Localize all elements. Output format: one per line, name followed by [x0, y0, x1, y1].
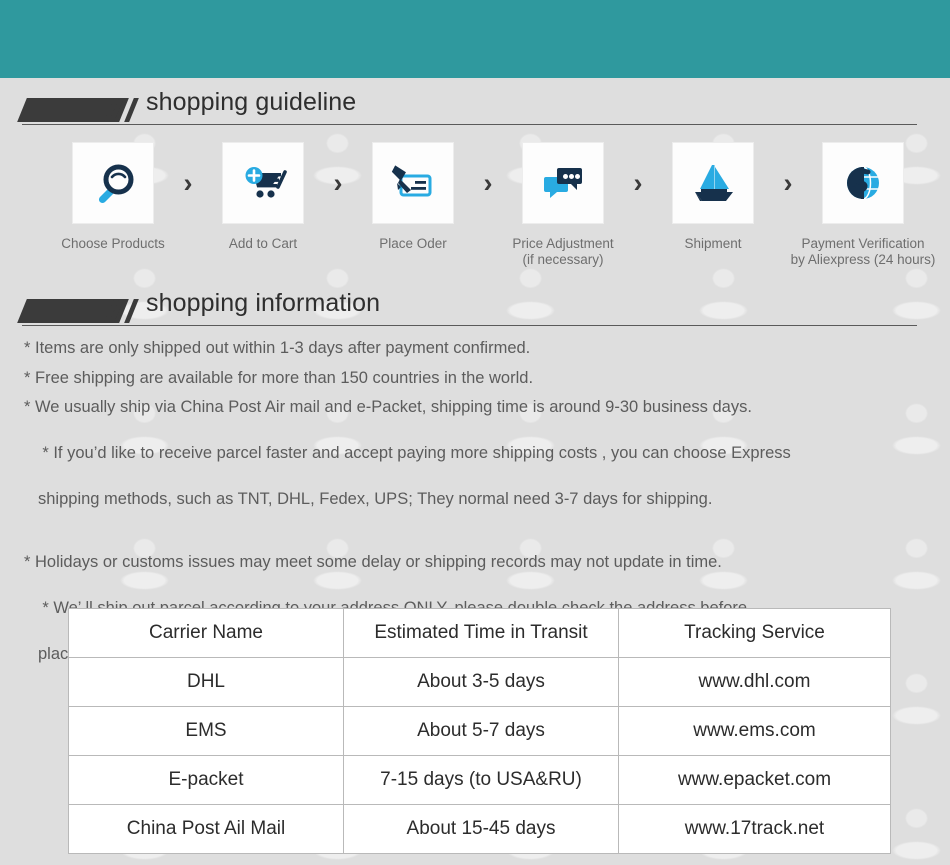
step-shipment[interactable]: Shipment [672, 142, 754, 252]
step-label-line2: by Aliexpress (24 hours) [790, 252, 936, 268]
table-header-row: Carrier Name Estimated Time in Transit T… [68, 608, 891, 658]
header-underline-rule [22, 124, 917, 125]
step-arrow-icon-4: › [633, 167, 643, 198]
header-underline-rule [22, 325, 917, 326]
carrier-table: Carrier Name Estimated Time in Transit T… [68, 608, 891, 854]
step-label: Place Oder [379, 236, 447, 252]
dollar-globe-icon [847, 166, 879, 200]
cell-carrier-name: EMS [68, 706, 344, 756]
step-arrow-icon-3: › [483, 167, 493, 198]
section-header-guideline: shopping guideline [0, 88, 950, 130]
cell-carrier-name: E-packet [68, 755, 344, 805]
shopping-steps-flow: Choose Products › Add to Cart › Place Od… [0, 142, 950, 269]
table-row: E-packet 7-15 days (to USA&RU) www.epack… [68, 755, 891, 805]
header-slashes-icon [103, 299, 141, 323]
cell-estimated-time: About 15-45 days [343, 804, 619, 854]
step-icon-box [372, 142, 454, 224]
column-header-carrier-name: Carrier Name [68, 608, 344, 658]
cell-estimated-time: About 5-7 days [343, 706, 619, 756]
step-label-line1: Payment Verification [801, 236, 925, 251]
carrier-table-wrapper: Carrier Name Estimated Time in Transit T… [68, 608, 891, 854]
column-header-tracking-service: Tracking Service [618, 608, 891, 658]
step-icon-box [522, 142, 604, 224]
bullet-text-continued: shipping methods, such as TNT, DHL, Fede… [38, 490, 713, 508]
bullet-text: * Free shipping are available for more t… [24, 368, 534, 387]
chat-bubbles-icon [544, 168, 582, 198]
step-arrow-icon-5: › [783, 167, 793, 198]
list-item: * Items are only shipped out within 1-3 … [24, 340, 924, 357]
step-label-line2: (if necessary) [522, 252, 604, 268]
cell-carrier-name: China Post Ail Mail [68, 804, 344, 854]
step-choose-products[interactable]: Choose Products [61, 142, 165, 252]
step-label: Shipment [684, 236, 741, 252]
top-banner [0, 0, 950, 78]
step-price-adjustment[interactable]: Price Adjustment (if necessary) [512, 142, 614, 269]
step-arrow-icon-2: › [333, 167, 343, 198]
step-label-line1: Shipment [684, 236, 742, 251]
step-label: Add to Cart [229, 236, 297, 252]
pen-check-icon [391, 165, 432, 197]
bullet-text: * Items are only shipped out within 1-3 … [24, 339, 531, 357]
section-title-guideline: shopping guideline [146, 88, 357, 116]
bullet-text: * If you’d like to receive parcel faster… [42, 444, 791, 462]
step-add-to-cart[interactable]: Add to Cart [222, 142, 304, 252]
step-label: Price Adjustment (if necessary) [512, 236, 613, 269]
step-icon-box [222, 142, 304, 224]
step-label-line1: Add to Cart [228, 236, 298, 251]
step-label-line1: Price Adjustment [512, 236, 614, 251]
cell-tracking-service[interactable]: www.epacket.com [618, 755, 891, 805]
list-item: * Holidays or customs issues may meet so… [24, 552, 924, 571]
step-icon-box [822, 142, 904, 224]
step-arrow-icon-1: › [183, 167, 193, 198]
table-row: China Post Ail Mail About 15-45 days www… [68, 804, 891, 854]
cell-tracking-service[interactable]: www.dhl.com [618, 657, 891, 707]
step-label: Choose Products [61, 236, 165, 252]
list-item: * Free shipping are available for more t… [24, 368, 924, 387]
magnifier-icon [98, 164, 134, 204]
step-label: Payment Verification by Aliexpress (24 h… [791, 236, 936, 269]
cell-estimated-time: About 3-5 days [343, 657, 619, 707]
header-slashes-icon [103, 98, 141, 122]
cell-tracking-service[interactable]: www.17track.net [618, 804, 891, 854]
bullet-text: * Holidays or customs issues may meet so… [24, 552, 722, 571]
table-row: EMS About 5-7 days www.ems.com [68, 706, 891, 756]
step-icon-box [72, 142, 154, 224]
cell-carrier-name: DHL [68, 657, 344, 707]
step-place-order[interactable]: Place Oder [372, 142, 454, 252]
cell-estimated-time: 7-15 days (to USA&RU) [343, 755, 619, 805]
bullet-text: * We usually ship via China Post Air mai… [24, 398, 752, 416]
step-label-line1: Place Oder [379, 236, 447, 251]
column-header-estimated-time: Estimated Time in Transit [343, 608, 619, 658]
list-item: * We usually ship via China Post Air mai… [24, 399, 924, 416]
table-row: DHL About 3-5 days www.dhl.com [68, 657, 891, 707]
add-to-cart-icon [245, 167, 287, 198]
step-icon-box [672, 142, 754, 224]
step-payment-verification[interactable]: Payment Verification by Aliexpress (24 h… [791, 142, 935, 269]
section-header-information: shopping information [0, 289, 950, 331]
step-label-line1: Choose Products [61, 236, 165, 251]
sailboat-icon [695, 165, 733, 201]
list-item: * If you’d like to receive parcel faster… [24, 429, 924, 541]
cell-tracking-service[interactable]: www.ems.com [618, 706, 891, 756]
section-title-information: shopping information [146, 289, 381, 317]
